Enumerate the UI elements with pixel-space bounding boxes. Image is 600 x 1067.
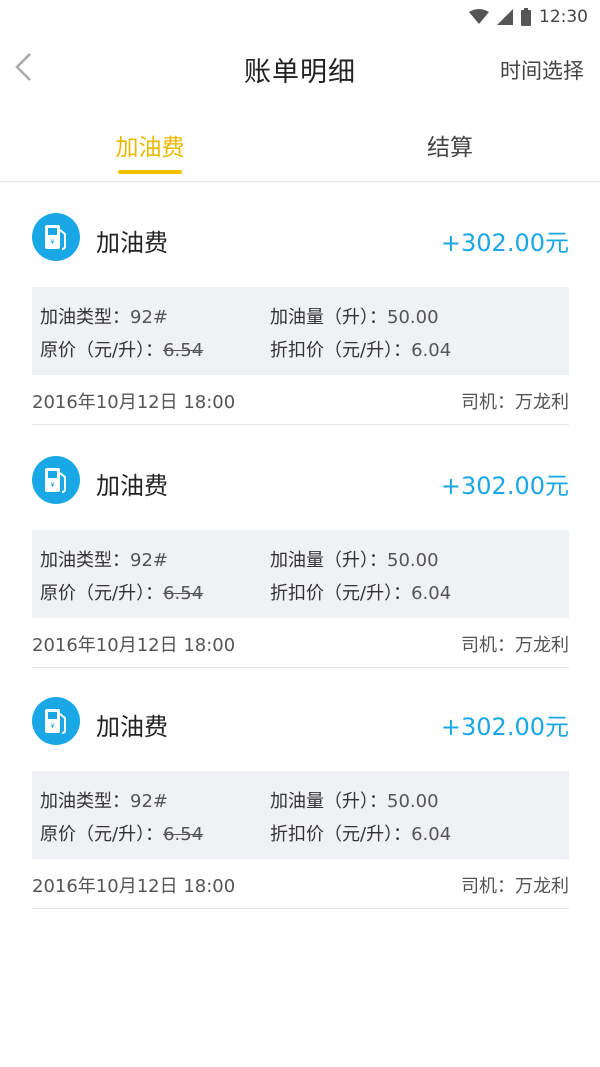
volume-value: 50.00	[387, 550, 439, 571]
volume-row: 加油量（升）：50.00	[270, 303, 439, 329]
tab-active-indicator	[118, 170, 182, 174]
fuel-type-row: 加油类型：92#	[40, 787, 168, 813]
original-price-label: 原价（元/升）：	[40, 340, 164, 361]
discount-price-row: 折扣价（元/升）：6.04	[270, 820, 451, 846]
original-price-row: 原价（元/升）：6.54	[40, 579, 203, 605]
record-details: 加油类型：92# 加油量（升）：50.00 原价（元/升）：6.54 折扣价（元…	[32, 287, 569, 375]
original-price-row: 原价（元/升）：6.54	[40, 336, 203, 362]
original-price-value: 6.54	[163, 583, 204, 604]
fuel-type-label: 加油类型：	[40, 791, 130, 812]
battery-icon	[521, 8, 531, 26]
record-datetime: 2016年10月12日 18:00	[32, 876, 236, 897]
fuel-type-value: 92#	[130, 307, 168, 328]
discount-price-value: 6.04	[411, 824, 452, 845]
divider	[32, 908, 569, 909]
svg-text:¥: ¥	[50, 481, 55, 489]
discount-price-label: 折扣价（元/升）：	[270, 340, 412, 361]
record-datetime: 2016年10月12日 18:00	[32, 635, 236, 656]
bill-record[interactable]: ¥ 加油费 +302.00元 加油类型：92# 加油量（升）：50.00 原价（…	[32, 426, 569, 668]
volume-label: 加油量（升）：	[270, 307, 387, 328]
time-select-button[interactable]: 时间选择	[500, 55, 584, 85]
discount-price-row: 折扣价（元/升）：6.04	[270, 579, 451, 605]
record-amount: +302.00元	[440, 713, 569, 741]
discount-price-value: 6.04	[411, 340, 452, 361]
discount-price-label: 折扣价（元/升）：	[270, 824, 412, 845]
status-bar: 12:30	[0, 0, 600, 34]
tab-fuel-fee[interactable]: 加油费	[110, 128, 190, 162]
discount-price-value: 6.04	[411, 583, 452, 604]
original-price-row: 原价（元/升）：6.54	[40, 820, 203, 846]
bill-record[interactable]: ¥ 加油费 +302.00元 加油类型：92# 加油量（升）：50.00 原价（…	[32, 667, 569, 909]
original-price-value: 6.54	[163, 824, 204, 845]
original-price-label: 原价（元/升）：	[40, 583, 164, 604]
fuel-type-row: 加油类型：92#	[40, 546, 168, 572]
volume-row: 加油量（升）：50.00	[270, 546, 439, 572]
svg-text:¥: ¥	[50, 722, 55, 730]
fuel-pump-icon: ¥	[32, 456, 80, 504]
record-amount: +302.00元	[440, 229, 569, 257]
bill-record[interactable]: ¥ 加油费 +302.00元 加油类型：92# 加油量（升）：50.00 原价（…	[32, 183, 569, 425]
fuel-pump-icon: ¥	[32, 213, 80, 261]
original-price-label: 原价（元/升）：	[40, 824, 164, 845]
tab-settlement[interactable]: 结算	[410, 128, 490, 162]
discount-price-label: 折扣价（元/升）：	[270, 583, 412, 604]
fuel-type-label: 加油类型：	[40, 550, 130, 571]
volume-value: 50.00	[387, 307, 439, 328]
record-details: 加油类型：92# 加油量（升）：50.00 原价（元/升）：6.54 折扣价（元…	[32, 771, 569, 859]
original-price-value: 6.54	[163, 340, 204, 361]
fuel-pump-icon: ¥	[32, 697, 80, 745]
fuel-type-label: 加油类型：	[40, 307, 130, 328]
volume-row: 加油量（升）：50.00	[270, 787, 439, 813]
record-title: 加油费	[96, 472, 168, 500]
fuel-type-value: 92#	[130, 791, 168, 812]
record-driver: 司机：万龙利	[461, 392, 569, 413]
discount-price-row: 折扣价（元/升）：6.04	[270, 336, 451, 362]
fuel-type-row: 加油类型：92#	[40, 303, 168, 329]
wifi-icon	[469, 9, 489, 24]
status-time: 12:30	[539, 7, 588, 27]
record-datetime: 2016年10月12日 18:00	[32, 392, 236, 413]
record-details: 加油类型：92# 加油量（升）：50.00 原价（元/升）：6.54 折扣价（元…	[32, 530, 569, 618]
divider	[32, 424, 569, 425]
record-driver: 司机：万龙利	[461, 635, 569, 656]
signal-icon	[497, 9, 513, 25]
header: 账单明细 时间选择	[0, 34, 600, 102]
record-amount: +302.00元	[440, 472, 569, 500]
svg-text:¥: ¥	[50, 238, 55, 246]
volume-label: 加油量（升）：	[270, 791, 387, 812]
record-driver: 司机：万龙利	[461, 876, 569, 897]
fuel-type-value: 92#	[130, 550, 168, 571]
record-title: 加油费	[96, 713, 168, 741]
record-title: 加油费	[96, 229, 168, 257]
bill-list: ¥ 加油费 +302.00元 加油类型：92# 加油量（升）：50.00 原价（…	[0, 183, 600, 1067]
tab-bar: 加油费 结算	[0, 102, 600, 182]
volume-label: 加油量（升）：	[270, 550, 387, 571]
volume-value: 50.00	[387, 791, 439, 812]
